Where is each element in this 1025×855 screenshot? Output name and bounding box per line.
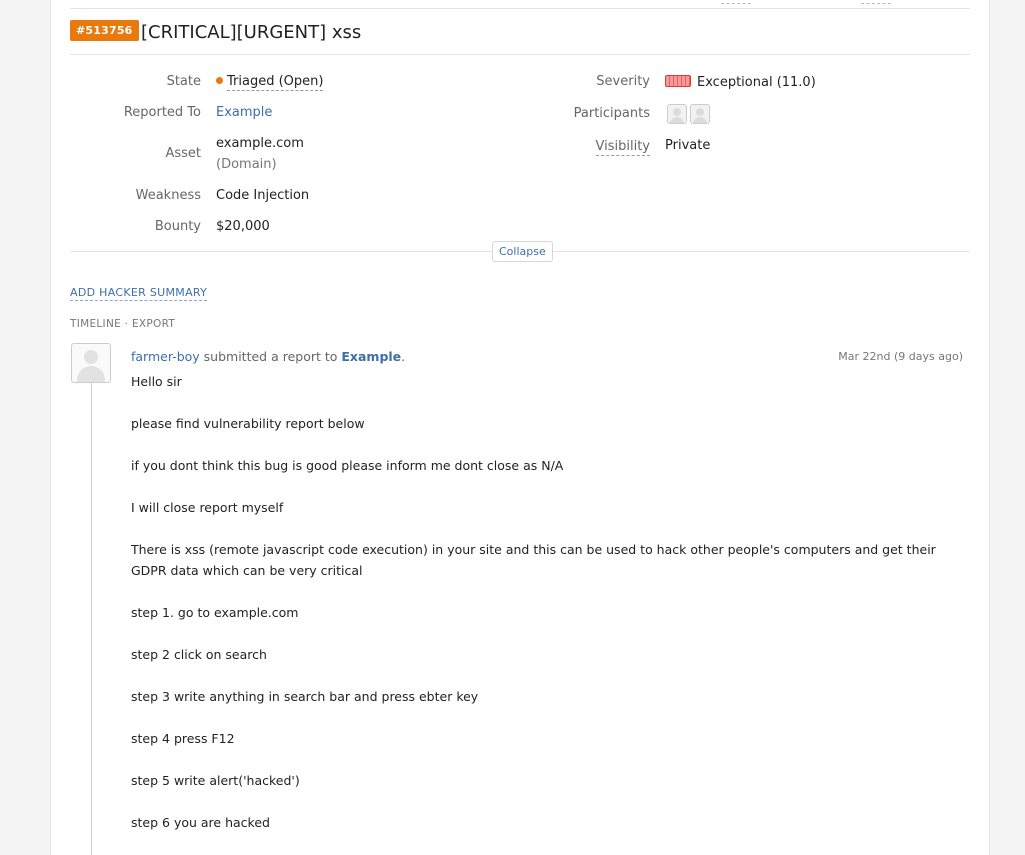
status-dot-icon xyxy=(216,77,223,84)
report-title: [CRITICAL][URGENT] xss xyxy=(141,22,362,43)
severity-bar-icon xyxy=(665,75,691,87)
post-line: step 3 write anything in search bar and … xyxy=(131,689,479,704)
post-line: Hello sir xyxy=(131,374,182,389)
post-line: step 5 write alert('hacked') xyxy=(131,773,300,788)
visibility-label-wrap: Visibility xyxy=(551,139,650,156)
report-header: #513756 [CRITICAL][URGENT] xss xyxy=(70,20,970,55)
participant-avatar-icon[interactable] xyxy=(667,104,687,124)
state-label: State xyxy=(166,74,201,89)
add-hacker-summary-link[interactable]: ADD HACKER SUMMARY xyxy=(70,286,208,301)
post-line: please find vulnerability report below xyxy=(131,416,365,431)
bounty-value: $20,000 xyxy=(216,219,270,234)
post-date[interactable]: Mar 22nd (9 days ago) xyxy=(838,350,963,363)
severity-text: Exceptional (11.0) xyxy=(697,75,816,90)
reported-to-label: Reported To xyxy=(123,105,201,120)
severity-label: Severity xyxy=(596,74,650,89)
asset-label: Asset xyxy=(165,146,201,161)
bounty-label: Bounty xyxy=(154,219,201,234)
post-line: step 4 press F12 xyxy=(131,731,235,746)
post-line: step 6 you are hacked xyxy=(131,815,270,830)
post-header-period: . xyxy=(401,349,406,364)
visibility-label[interactable]: Visibility xyxy=(595,139,650,156)
participants-list xyxy=(667,104,713,124)
participant-avatar-icon[interactable] xyxy=(690,104,710,124)
post-body: Hello sir please find vulnerability repo… xyxy=(131,371,966,854)
author-link[interactable]: farmer-boy xyxy=(131,349,200,364)
collapse-button[interactable]: Collapse xyxy=(492,241,553,262)
severity-value: Exceptional (11.0) xyxy=(665,75,816,90)
user-avatar-icon[interactable] xyxy=(71,343,111,383)
post-line: There is xss (remote javascript code exe… xyxy=(131,542,936,578)
top-tab-edge xyxy=(721,0,751,4)
post-line: step 1. go to example.com xyxy=(131,605,299,620)
top-divider xyxy=(70,8,970,9)
weakness-value: Code Injection xyxy=(216,188,310,203)
post-line: if you dont think this bug is good pleas… xyxy=(131,458,564,473)
report-id-badge[interactable]: #513756 xyxy=(70,20,139,41)
report-page: #513756 [CRITICAL][URGENT] xss State Tri… xyxy=(50,0,990,855)
post-action-text: submitted a report to xyxy=(199,349,342,364)
timeline-line xyxy=(91,383,92,855)
state-value[interactable]: Triaged (Open) xyxy=(216,74,324,91)
weakness-label: Weakness xyxy=(135,188,201,203)
state-text: Triaged (Open) xyxy=(227,74,324,91)
asset-type: (Domain) xyxy=(216,157,277,172)
visibility-value: Private xyxy=(665,138,711,153)
top-tab-edge xyxy=(861,0,891,4)
reported-to-link[interactable]: Example xyxy=(216,105,272,120)
program-link[interactable]: Example xyxy=(341,349,401,364)
participants-label: Participants xyxy=(573,106,650,121)
timeline-export-label[interactable]: TIMELINE · EXPORT xyxy=(70,318,175,330)
post-header: farmer-boy submitted a report to Example… xyxy=(131,349,405,364)
post-line: I will close report myself xyxy=(131,500,284,515)
asset-value: example.com xyxy=(216,136,304,151)
post-line: step 2 click on search xyxy=(131,647,267,662)
